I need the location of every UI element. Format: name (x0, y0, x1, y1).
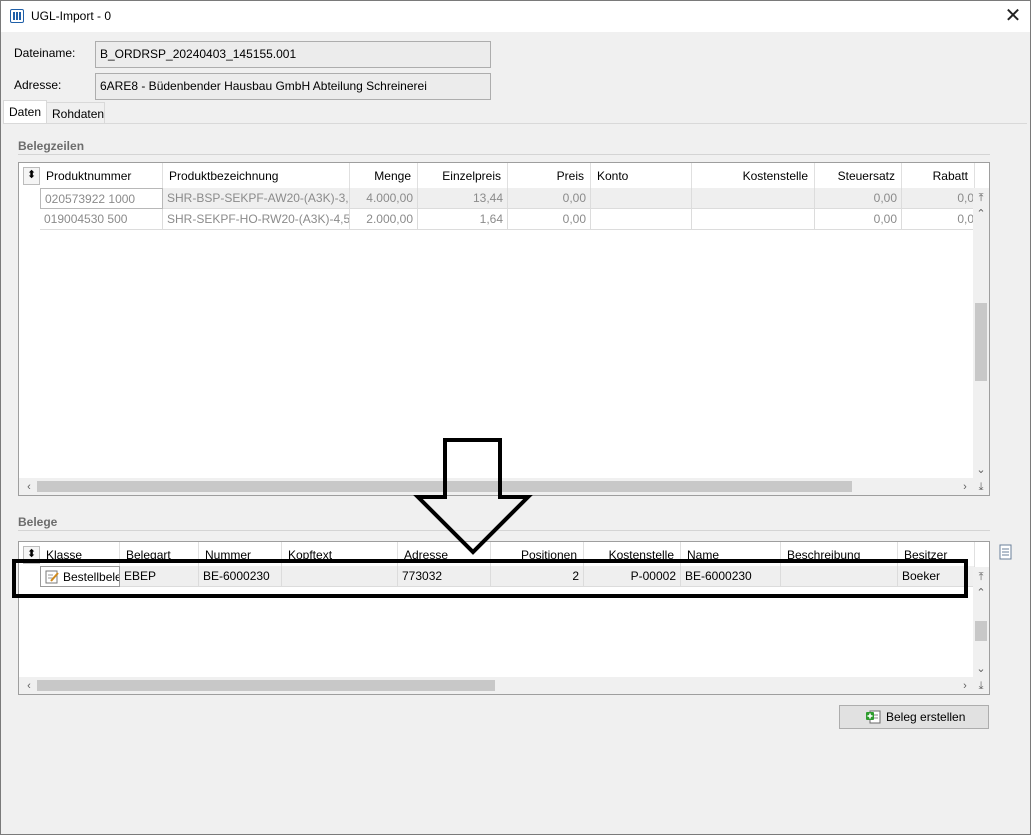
col-produktnummer[interactable]: Produktnummer (40, 163, 163, 188)
col-name[interactable]: Name (681, 542, 781, 567)
col-kostenstelle[interactable]: Kostenstelle (692, 163, 815, 188)
col-konto[interactable]: Konto (591, 163, 692, 188)
col-produktbezeichnung[interactable]: Produktbezeichnung (163, 163, 350, 188)
cell-adresse: 773032 (398, 566, 491, 587)
scroll-top-icon[interactable]: ⤒ (973, 190, 989, 206)
col-kopftext[interactable]: Kopftext (282, 542, 398, 567)
belege-horizontal-scrollbar[interactable]: ‹ › (19, 677, 973, 694)
col-rabatt[interactable]: Rabatt (902, 163, 975, 188)
belege-vertical-scrollbar[interactable]: ⤒ ⌃ ⌄ (973, 567, 989, 677)
scroll-bottom-icon[interactable]: ⤓ (973, 478, 989, 495)
col-menge[interactable]: Menge (350, 163, 418, 188)
belege-title: Belege (18, 515, 58, 529)
scroll-thumb[interactable] (975, 303, 987, 381)
cell-positionen: 2 (491, 566, 584, 587)
add-document-icon (866, 710, 881, 724)
belegzeilen-header: ⬍ Produktnummer Produktbezeichnung Menge… (19, 163, 975, 188)
belegzeilen-divider (18, 154, 990, 155)
cell-einzelpreis: 1,64 (418, 209, 508, 230)
beleg-erstellen-button[interactable]: Beleg erstellen (839, 705, 989, 729)
cell-konto (591, 209, 692, 230)
ugl-import-window: UGL-Import - 0 ✕ Dateiname: B_ORDRSP_202… (0, 0, 1031, 835)
adresse-field[interactable]: 6ARE8 - Büdenbender Hausbau GmbH Abteilu… (95, 73, 491, 100)
scroll-right-icon[interactable]: › (957, 678, 973, 694)
window-title: UGL-Import - 0 (31, 9, 112, 23)
scroll-up-icon[interactable]: ⌃ (973, 585, 989, 601)
down-arrow-annotation (413, 438, 533, 555)
cell-kostenstelle (692, 209, 815, 230)
col-kostenstelle[interactable]: Kostenstelle (584, 542, 681, 567)
app-icon (10, 9, 24, 23)
scroll-left-icon[interactable]: ‹ (21, 678, 37, 694)
scroll-left-icon[interactable]: ‹ (21, 479, 37, 495)
cell-rabatt: 0,0 (902, 188, 975, 209)
table-row[interactable]: Bestellbele EBEP BE-6000230 773032 2 P-0… (19, 566, 975, 587)
col-beschreibung[interactable]: Beschreibung (781, 542, 898, 567)
belege-grid: ⬍ Klasse Belegart Nummer Kopftext Adress… (18, 541, 990, 695)
adresse-label: Adresse: (14, 78, 62, 92)
scroll-thumb[interactable] (975, 621, 987, 641)
cell-klasse-text: Bestellbele (63, 570, 120, 584)
sort-icon[interactable]: ⬍ (23, 546, 40, 564)
col-klasse[interactable]: Klasse (40, 542, 120, 567)
col-einzelpreis[interactable]: Einzelpreis (418, 163, 508, 188)
cell-name: BE-6000230 (681, 566, 781, 587)
cell-beschreibung (781, 566, 898, 587)
cell-menge: 4.000,00 (350, 188, 418, 209)
cell-kopftext (282, 566, 398, 587)
close-button[interactable]: ✕ (996, 1, 1030, 32)
title-bar: UGL-Import - 0 ✕ (1, 1, 1030, 32)
cell-steuersatz: 0,00 (815, 188, 902, 209)
scroll-bottom-icon[interactable]: ⤓ (973, 677, 989, 694)
cell-preis: 0,00 (508, 188, 591, 209)
document-icon[interactable] (999, 544, 1013, 560)
cell-produktnummer: 019004530 500 (40, 209, 163, 230)
col-besitzer[interactable]: Besitzer (898, 542, 975, 567)
scroll-right-icon[interactable]: › (957, 479, 973, 495)
tab-daten[interactable]: Daten (3, 100, 47, 124)
scroll-down-icon[interactable]: ⌄ (973, 661, 989, 677)
cell-produktnummer[interactable]: 020573922 1000 (40, 188, 163, 209)
cell-belegart: EBEP (120, 566, 199, 587)
col-steuersatz[interactable]: Steuersatz (815, 163, 902, 188)
cell-preis: 0,00 (508, 209, 591, 230)
scroll-up-icon[interactable]: ⌃ (973, 206, 989, 222)
sort-icon[interactable]: ⬍ (23, 167, 40, 185)
cell-menge: 2.000,00 (350, 209, 418, 230)
cell-produktbezeichnung: SHR-BSP-SEKPF-AW20-(A3K)-3,9X (163, 188, 350, 209)
dateiname-label: Dateiname: (14, 46, 76, 60)
cell-konto (591, 188, 692, 209)
cell-besitzer: Boeker (898, 566, 975, 587)
col-belegart[interactable]: Belegart (120, 542, 199, 567)
beleg-erstellen-label: Beleg erstellen (886, 710, 966, 724)
dateiname-field[interactable]: B_ORDRSP_20240403_145155.001 (95, 41, 491, 68)
scroll-thumb[interactable] (37, 680, 495, 691)
scroll-down-icon[interactable]: ⌄ (973, 462, 989, 478)
belegzeilen-title: Belegzeilen (18, 139, 85, 153)
table-row[interactable]: 019004530 500 SHR-SEKPF-HO-RW20-(A3K)-4,… (19, 209, 975, 230)
cell-klasse[interactable]: Bestellbele (40, 566, 120, 587)
belegzeilen-vertical-scrollbar[interactable]: ⤒ ⌃ ⌄ (973, 188, 989, 478)
cell-rabatt: 0,0 (902, 209, 975, 230)
note-icon (45, 570, 59, 584)
cell-kostenstelle (692, 188, 815, 209)
col-preis[interactable]: Preis (508, 163, 591, 188)
cell-produktbezeichnung: SHR-SEKPF-HO-RW20-(A3K)-4,5X (163, 209, 350, 230)
cell-einzelpreis: 13,44 (418, 188, 508, 209)
table-row[interactable]: 020573922 1000 SHR-BSP-SEKPF-AW20-(A3K)-… (19, 188, 975, 209)
cell-nummer: BE-6000230 (199, 566, 282, 587)
tab-rohdaten[interactable]: Rohdaten (46, 102, 105, 124)
cell-kostenstelle: P-00002 (584, 566, 681, 587)
scroll-top-icon[interactable]: ⤒ (973, 569, 989, 585)
cell-steuersatz: 0,00 (815, 209, 902, 230)
col-nummer[interactable]: Nummer (199, 542, 282, 567)
